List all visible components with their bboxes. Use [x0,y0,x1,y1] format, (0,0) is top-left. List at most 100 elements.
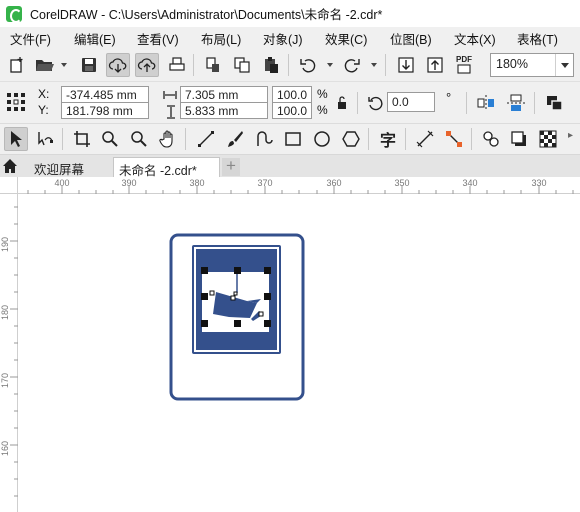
arrange-button[interactable] [543,91,567,115]
freehand-tool-button[interactable] [194,127,218,151]
toolbox-overflow[interactable]: ▸ [568,130,580,150]
ruler-tick-label: 360 [326,178,342,188]
y-label: Y: [38,103,49,117]
zoom-tool-button[interactable] [98,127,122,151]
ruler-origin[interactable] [0,177,18,194]
new-document-button[interactable] [5,53,29,77]
pick-arrow-icon [11,131,22,147]
x-position-field[interactable]: -374.485 mm [61,86,149,103]
text-tool-button[interactable]: 字 [376,127,400,151]
cut-button[interactable] [201,53,225,77]
rotate-icon [368,96,383,111]
zoom-dropdown-icon[interactable] [555,54,573,76]
redo-dropdown-caret[interactable] [371,63,377,67]
artistic-media-tool-button[interactable] [223,127,247,151]
drawing-canvas[interactable] [19,195,580,512]
connector-icon [446,131,462,147]
tab-welcome-screen[interactable]: 欢迎屏幕 [30,157,110,177]
print-button[interactable] [165,53,189,77]
x-label: X: [38,87,50,101]
height-arrow-icon [167,105,175,119]
menu-file[interactable]: 文件(F) [10,29,51,48]
menu-text[interactable]: 文本(X) [454,29,496,48]
lock-ratio-icon[interactable] [337,96,347,110]
shape-node-icon [38,132,53,146]
pen-curve-icon [257,131,273,146]
dimension-line-icon [416,130,434,148]
mirror-vertical-icon [507,94,525,111]
copy-button[interactable] [230,53,254,77]
publish-pdf-button[interactable]: PDF [452,53,476,77]
pick-tool-button[interactable] [4,127,28,151]
undo-button[interactable] [296,53,320,77]
menu-effects[interactable]: 效果(C) [325,29,367,48]
blend-tool-button[interactable] [479,127,503,151]
drawing-artwork [169,233,305,401]
folder-open-icon [36,60,54,71]
vertical-ruler[interactable]: 190 180 170 160 [0,194,18,512]
import-cloud-button[interactable] [106,53,130,77]
pan-tool-button[interactable] [156,127,180,151]
open-dropdown-caret[interactable] [61,63,67,67]
width-field[interactable]: 7.305 mm [180,86,268,103]
tab-label: 欢迎屏幕 [34,163,85,177]
transparency-tool-button[interactable] [536,127,560,151]
rectangle-tool-button[interactable] [281,127,305,151]
zoom-out-tool-button[interactable] [127,127,151,151]
toolbar-separator [385,54,386,76]
shape-tool-button[interactable] [33,127,57,151]
zoom-level-select[interactable]: 180% [490,53,574,77]
height-field[interactable]: 5.833 mm [180,102,268,119]
polygon-tool-button[interactable] [339,127,363,151]
drop-shadow-tool-button[interactable] [507,127,531,151]
save-icon [82,58,96,72]
toolbox: 字 ▸ [0,124,580,155]
window-title: CorelDRAW - C:\Users\Administrator\Docum… [30,8,383,22]
mirror-vertical-button[interactable] [504,91,528,115]
open-button[interactable] [33,53,57,77]
width-arrow-icon [163,91,177,99]
tab-label: 未命名 -2.cdr* [119,164,197,178]
paste-icon [265,57,278,73]
ruler-tick-label: 380 [189,178,205,188]
menu-layout[interactable]: 布局(L) [201,29,241,48]
horizontal-ruler[interactable]: 400 390 380 370 360 350 340 330 [18,177,580,194]
bezier-tool-button[interactable] [252,127,276,151]
menu-view[interactable]: 查看(V) [137,29,179,48]
hand-pan-icon [159,130,173,148]
crop-tool-button[interactable] [70,127,94,151]
toolbar-separator [288,54,289,76]
home-icon[interactable] [2,158,18,174]
add-tab-button[interactable]: + [222,157,240,176]
copy-icon [234,57,250,73]
toolbar-separator [368,128,369,150]
menu-object[interactable]: 对象(J) [263,29,303,48]
redo-button[interactable] [340,53,364,77]
object-origin-button[interactable] [4,90,28,114]
ellipse-tool-button[interactable] [310,127,334,151]
menu-bitmaps[interactable]: 位图(B) [390,29,432,48]
undo-dropdown-caret[interactable] [327,63,333,67]
export-cloud-button[interactable] [135,53,159,77]
menu-table[interactable]: 表格(T) [517,29,558,48]
arrange-icon [547,96,563,111]
menu-edit[interactable]: 编辑(E) [74,29,116,48]
connector-tool-button[interactable] [442,127,466,151]
object-origin-icon [7,93,25,111]
export-button[interactable] [423,53,447,77]
document-tab-bar: 欢迎屏幕 未命名 -2.cdr* + [0,155,580,178]
paste-button[interactable] [259,53,283,77]
rotation-angle-field[interactable]: 0.0 [387,92,435,112]
tab-document[interactable]: 未命名 -2.cdr* [113,157,220,178]
mirror-horizontal-button[interactable] [474,91,498,115]
save-button[interactable] [77,53,101,77]
parallel-dimension-tool-button[interactable] [413,127,437,151]
standard-toolbar: PDF 180% [0,49,580,82]
scale-x-field[interactable]: 100.0 [272,86,312,103]
y-position-field[interactable]: 181.798 mm [61,102,149,119]
scale-y-field[interactable]: 100.0 [272,102,312,119]
pdf-label: PDF [456,55,472,64]
mirror-horizontal-icon [477,95,494,111]
toolbar-separator [534,92,535,114]
import-button[interactable] [394,53,418,77]
